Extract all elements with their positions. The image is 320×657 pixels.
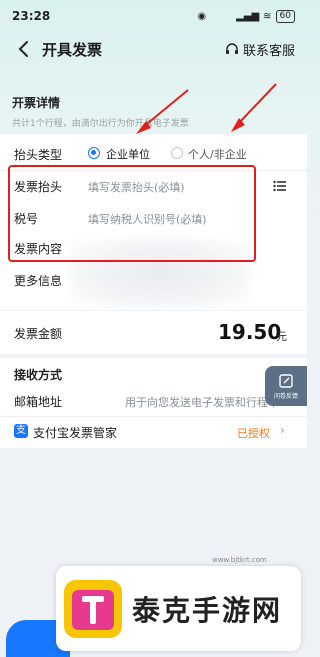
amount-unit: 元	[276, 330, 287, 343]
status-time: 23:28	[12, 9, 51, 23]
chevron-right-icon[interactable]: ›	[280, 423, 285, 437]
headset-icon	[225, 42, 238, 54]
eye-icon: ◉	[197, 10, 207, 22]
list-icon[interactable]	[273, 180, 286, 192]
radio-personal[interactable]	[171, 147, 183, 159]
signal-icon: ▂▄▆	[236, 10, 260, 22]
page-title: 开具发票	[42, 41, 103, 59]
amount-label: 发票金额	[14, 327, 63, 341]
option-company-label[interactable]: 企业单位	[106, 146, 150, 162]
contact-service-label: 联系客服	[242, 44, 295, 59]
radio-company[interactable]	[88, 147, 100, 159]
watermark-logo: 泰克手游网	[56, 566, 301, 651]
amount-value: 19.50	[218, 320, 282, 344]
email-label: 邮箱地址	[14, 395, 63, 409]
details-section-title: 开票详情	[12, 96, 61, 110]
battery-icon: 60	[275, 9, 295, 23]
watermark-url: www.bjtkrt.com	[212, 556, 267, 564]
email-input[interactable]: 用于向您发送电子发票和行程单	[125, 394, 279, 410]
back-arrow-icon[interactable]	[14, 39, 34, 59]
status-icons: ◉ ▂▄▆ ≋ 60	[197, 9, 295, 23]
feedback-button[interactable]: 问卷反馈	[265, 366, 307, 406]
nav-bar: 开具发票 联系客服	[0, 32, 307, 66]
highlight-box	[8, 165, 256, 262]
watermark-text: 泰克手游网	[132, 593, 283, 627]
header-type-label: 抬头类型	[14, 148, 63, 162]
alipay-status[interactable]: 已授权	[237, 425, 270, 441]
receive-card: 接收方式 邮箱地址 用于向您发送电子发票和行程单 支 支付宝发票管家 已授权 ›	[0, 358, 307, 448]
edit-icon	[279, 373, 293, 388]
option-personal-label[interactable]: 个人/非企业	[188, 146, 247, 162]
feedback-label: 问卷反馈	[273, 392, 298, 400]
status-bar: 23:28 ◉ ▂▄▆ ≋ 60	[0, 0, 307, 32]
more-info-label[interactable]: 更多信息	[14, 272, 62, 289]
receive-section-title: 接收方式	[14, 368, 63, 382]
wifi-icon: ≋	[263, 10, 272, 22]
trip-count-hint: 共计1个行程，由滴尔出行为你开具电子发票	[12, 119, 189, 129]
watermark-logo-icon	[64, 579, 122, 638]
alipay-manager-label[interactable]: 支付宝发票管家	[33, 424, 117, 441]
contact-service-button[interactable]: 联系客服	[225, 40, 295, 59]
alipay-icon: 支	[14, 424, 28, 438]
